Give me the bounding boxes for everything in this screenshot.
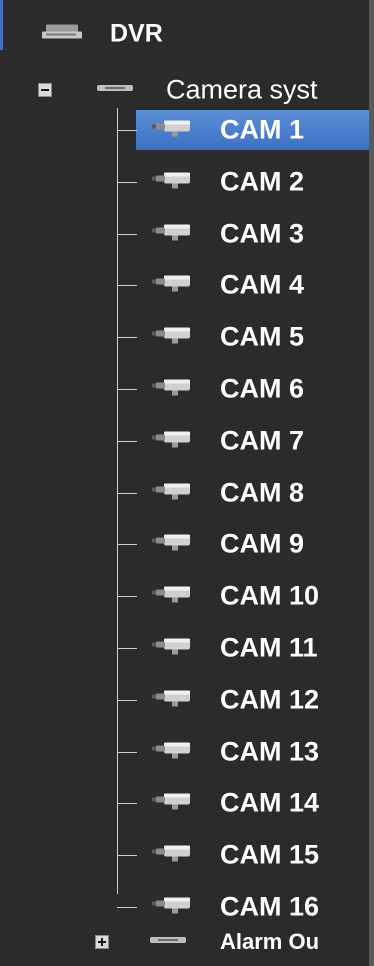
device-tree-panel: DVR Camera syst CAM 1 CAM 2 CAM 3 CAM 4 CAM … bbox=[0, 0, 374, 966]
tree-connector-branch bbox=[117, 337, 137, 338]
camera-icon bbox=[150, 480, 194, 507]
tree-item-camera[interactable]: CAM 10 bbox=[0, 576, 369, 616]
camera-icon bbox=[150, 790, 194, 817]
tree-item-label: CAM 11 bbox=[220, 632, 318, 663]
tree-connector-branch bbox=[117, 182, 137, 183]
camera-icon bbox=[150, 842, 194, 869]
tree-item-camera[interactable]: CAM 12 bbox=[0, 680, 369, 720]
tree-item-camera[interactable]: CAM 15 bbox=[0, 835, 369, 875]
tree-item-label: Alarm Ou bbox=[220, 929, 320, 954]
tree-item-camera[interactable]: CAM 4 bbox=[0, 265, 369, 305]
tree-item-camera[interactable]: CAM 1 bbox=[0, 110, 369, 150]
tree-item-camera-system[interactable]: Camera syst bbox=[0, 70, 369, 110]
camera-icon bbox=[150, 635, 194, 662]
camera-icon bbox=[150, 428, 194, 455]
tree-connector-branch bbox=[117, 907, 137, 908]
tree-item-label: CAM 16 bbox=[220, 891, 320, 922]
camera-icon bbox=[150, 894, 194, 921]
tree-item-label: CAM 3 bbox=[220, 218, 305, 249]
expand-icon[interactable] bbox=[95, 935, 109, 949]
tree-item-camera[interactable]: CAM 11 bbox=[0, 628, 369, 668]
camera-icon bbox=[150, 324, 194, 351]
tree-connector-branch bbox=[117, 285, 137, 286]
tree-item-label: CAM 13 bbox=[220, 736, 320, 767]
camera-icon bbox=[150, 687, 194, 714]
tree-item-label: CAM 7 bbox=[220, 425, 305, 456]
tree-connector-branch bbox=[117, 544, 137, 545]
panel-border bbox=[369, 0, 374, 966]
collapse-icon[interactable] bbox=[38, 83, 52, 97]
tree-item-label: CAM 5 bbox=[220, 321, 305, 352]
tree-connector-branch bbox=[117, 596, 137, 597]
tree-item-label: CAM 15 bbox=[220, 839, 320, 870]
tree-item-label: CAM 4 bbox=[220, 269, 305, 300]
tree-item-label: CAM 12 bbox=[220, 684, 320, 715]
tree-item-label: CAM 1 bbox=[220, 114, 305, 145]
tree-item-camera[interactable]: CAM 3 bbox=[0, 214, 369, 254]
tree-connector-branch bbox=[117, 752, 137, 753]
tree-item-camera[interactable]: CAM 9 bbox=[0, 524, 369, 564]
tree-item-camera[interactable]: CAM 13 bbox=[0, 732, 369, 772]
tree-item-camera[interactable]: CAM 14 bbox=[0, 783, 369, 823]
tree-connector-branch bbox=[117, 648, 137, 649]
tree-item-label: CAM 14 bbox=[220, 787, 320, 818]
tree-connector-branch bbox=[117, 855, 137, 856]
tree-item-camera[interactable]: CAM 7 bbox=[0, 421, 369, 461]
camera-icon bbox=[150, 376, 194, 403]
alarm-output-icon bbox=[148, 933, 188, 951]
tree-connector-branch bbox=[117, 234, 137, 235]
tree-item-label: DVR bbox=[110, 19, 163, 48]
tree-connector-branch bbox=[117, 130, 137, 131]
camera-icon bbox=[150, 221, 194, 248]
tree-item-camera[interactable]: CAM 2 bbox=[0, 162, 369, 202]
camera-icon bbox=[150, 272, 194, 299]
tree-item-label: Camera syst bbox=[166, 74, 318, 105]
tree-connector-branch bbox=[117, 803, 137, 804]
camera-icon bbox=[150, 583, 194, 610]
tree-connector-branch bbox=[117, 389, 137, 390]
tree-item-camera[interactable]: CAM 6 bbox=[0, 369, 369, 409]
tree-item-label: CAM 9 bbox=[220, 528, 305, 559]
camera-icon bbox=[150, 169, 194, 196]
tree-connector-branch bbox=[117, 700, 137, 701]
camera-icon bbox=[150, 739, 194, 766]
camera-icon bbox=[150, 117, 194, 144]
tree-item-label: CAM 6 bbox=[220, 373, 305, 404]
tree-connector-branch bbox=[117, 493, 137, 494]
tree-item-camera[interactable]: CAM 8 bbox=[0, 473, 369, 513]
tree-item-camera[interactable]: CAM 16 bbox=[0, 887, 369, 927]
tree-item-label: CAM 2 bbox=[220, 166, 305, 197]
camera-icon bbox=[150, 531, 194, 558]
tree-connector-branch bbox=[117, 441, 137, 442]
tree-item-alarm-output[interactable]: Alarm Ou bbox=[0, 922, 369, 962]
tree-item-camera[interactable]: CAM 5 bbox=[0, 317, 369, 357]
tree-item-dvr[interactable]: DVR bbox=[0, 14, 369, 54]
dvr-icon bbox=[40, 23, 84, 46]
tree-item-label: CAM 8 bbox=[220, 477, 305, 508]
camera-group-icon bbox=[95, 81, 135, 99]
tree-item-label: CAM 10 bbox=[220, 580, 320, 611]
